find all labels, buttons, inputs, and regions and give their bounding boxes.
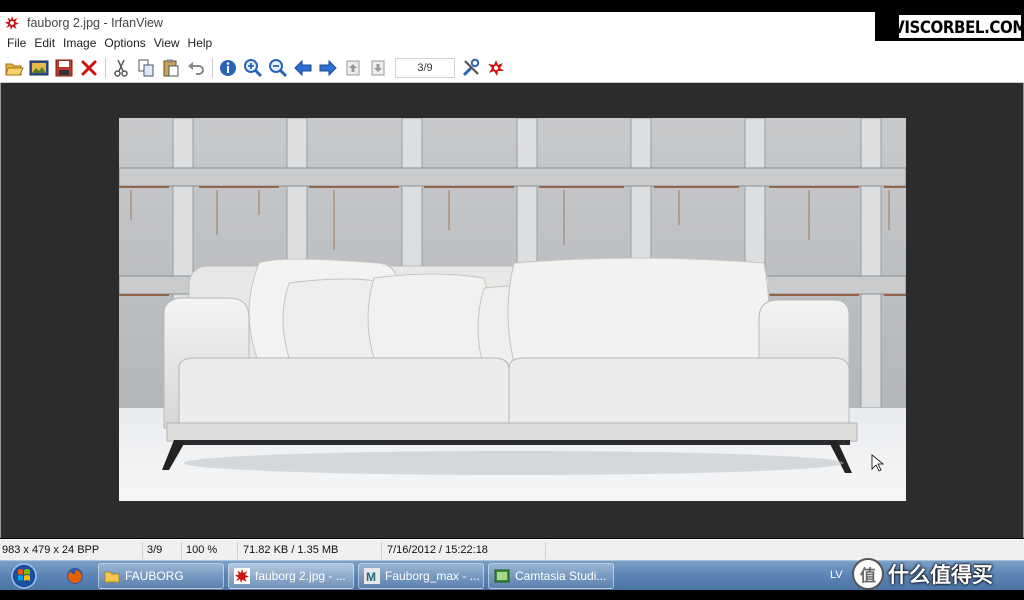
3dsmax-icon: M [364,568,380,584]
taskbar-item-camtasia[interactable]: Camtasia Studi... [488,563,614,589]
sofa-photo [119,118,906,501]
open-button[interactable] [2,56,26,80]
task-label: Fauborg_max - ... [385,569,480,583]
taskbar-item-3dsmax[interactable]: M Fauborg_max - ... [358,563,484,589]
menu-options[interactable]: Options [100,36,149,50]
toolbar: 3/9 [0,53,1024,83]
toolbar-separator [105,57,106,78]
undo-button[interactable] [184,56,208,80]
menu-image[interactable]: Image [59,36,100,50]
cut-icon [114,59,128,77]
menu-file[interactable]: File [3,36,30,50]
zoom-out-icon [269,58,288,77]
taskbar-item-fauborg[interactable]: FAUBORG [98,563,224,589]
thumbnails-icon [29,60,49,75]
smzdm-badge-icon: 值 [852,558,884,590]
last-page-button[interactable] [366,56,390,80]
first-page-button[interactable] [341,56,365,80]
menu-bar-extension [875,41,1024,53]
top-black-strip [0,0,1024,12]
camtasia-icon [494,569,510,583]
svg-text:M: M [366,570,376,584]
task-label: fauborg 2.jpg - ... [255,569,346,583]
cut-button[interactable] [109,56,133,80]
previous-button[interactable] [291,56,315,80]
status-datetime: 7/16/2012 / 15:22:18 [382,541,546,559]
folder-icon [104,571,120,583]
menu-edit[interactable]: Edit [30,36,59,50]
title-bar: fauborg 2.jpg - IrfanView [0,12,875,33]
about-button[interactable] [484,56,508,80]
taskbar-item-irfanview[interactable]: fauborg 2.jpg - ... [228,563,354,589]
menu-view[interactable]: View [150,36,184,50]
status-zoom: 100 % [182,541,238,559]
save-button[interactable] [52,56,76,80]
open-icon [5,63,24,75]
first-page-icon [346,60,360,75]
status-file-size: 71.82 KB / 1.35 MB [238,541,382,559]
image-viewer[interactable] [0,83,1024,538]
next-button[interactable] [316,56,340,80]
status-index: 3/9 [143,541,182,559]
info-button[interactable] [216,56,240,80]
zoom-in-button[interactable] [241,56,265,80]
task-label: FAUBORG [125,569,184,583]
watermark-text: VISCORBEL.COM [893,16,1024,37]
paste-icon [163,59,179,76]
language-indicator[interactable]: LV [830,569,843,581]
start-button-icon[interactable] [8,562,40,590]
undo-icon [188,61,204,75]
delete-icon [81,60,97,75]
toolbar-separator [212,57,213,78]
next-icon [319,59,337,76]
menu-bar: File Edit Image Options View Help [0,33,875,53]
thumbnails-button[interactable] [27,56,51,80]
viscorbel-watermark: VISCORBEL.COM [875,12,1024,41]
last-page-icon [371,60,385,75]
sofa-photo-image [119,118,906,501]
zoom-out-button[interactable] [266,56,290,80]
smzdm-text: 什么值得买 [888,563,993,587]
firefox-icon[interactable] [66,567,84,585]
paste-button[interactable] [159,56,183,80]
copy-icon [138,59,154,76]
previous-icon [294,59,312,76]
delete-button[interactable] [77,56,101,80]
irfanview-app-icon[interactable] [4,15,20,31]
properties-button[interactable] [459,56,483,80]
task-label: Camtasia Studi... [515,569,607,583]
smzdm-watermark: 值 什么值得买 [852,557,993,591]
copy-button[interactable] [134,56,158,80]
irfanview-icon [234,568,250,584]
window-title: fauborg 2.jpg - IrfanView [27,15,163,30]
properties-icon [462,58,480,76]
menu-help[interactable]: Help [184,36,217,50]
page-counter-field[interactable]: 3/9 [395,57,455,78]
about-icon [488,59,504,76]
status-dimensions: 983 x 479 x 24 BPP [0,541,143,559]
zoom-in-icon [244,58,263,77]
save-icon [55,59,73,76]
bottom-black-strip [0,590,1024,600]
info-icon [220,59,236,76]
